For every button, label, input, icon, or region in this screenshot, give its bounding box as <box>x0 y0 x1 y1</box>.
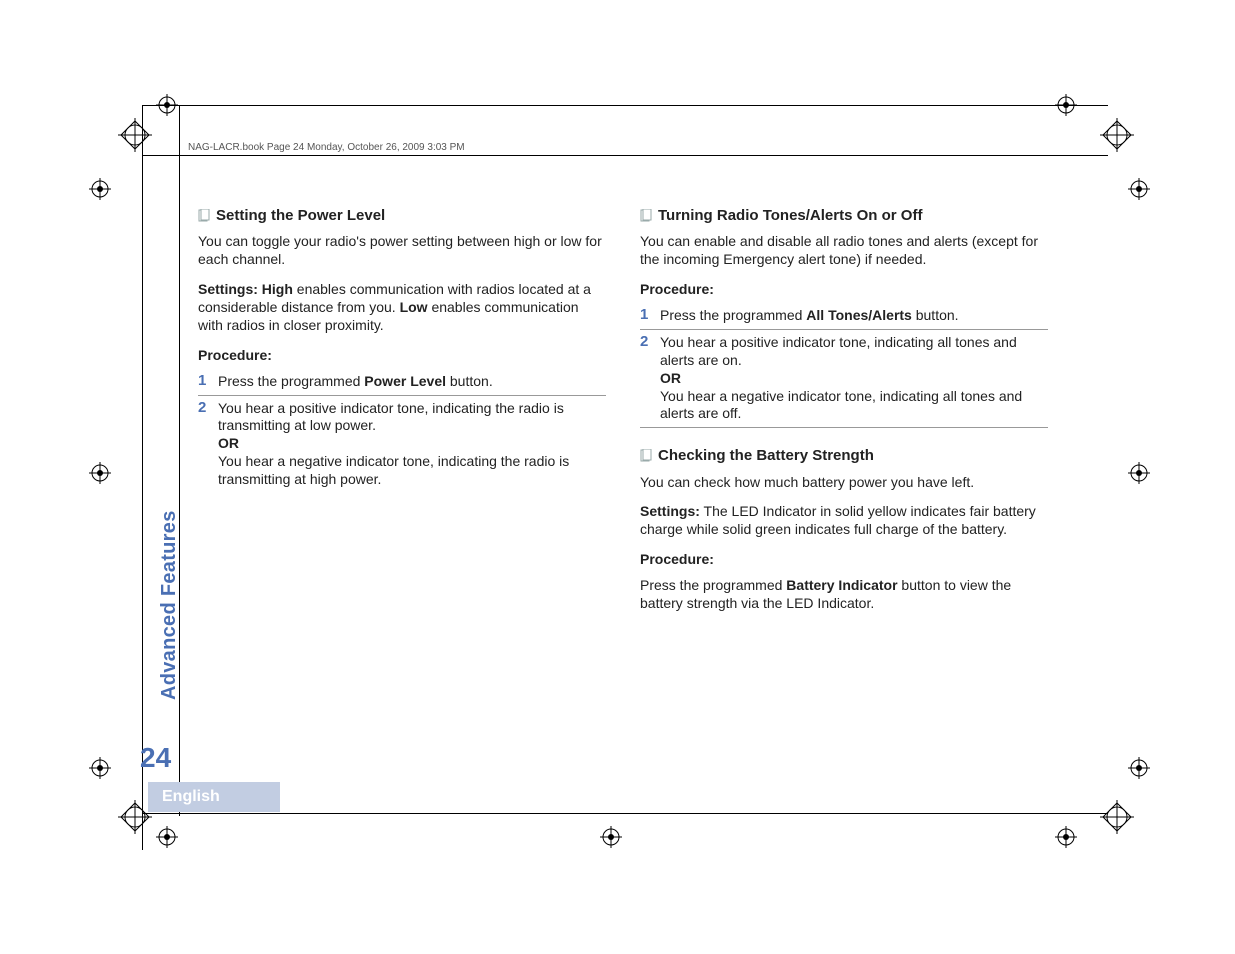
step-text: Press the programmed All Tones/Alerts bu… <box>660 307 1048 325</box>
reg-target-icon <box>89 462 111 484</box>
step-2: 2 You hear a positive indicator tone, in… <box>198 400 606 494</box>
heading-power-level: Setting the Power Level <box>198 206 606 225</box>
reg-target-icon <box>156 826 178 848</box>
reg-target-icon <box>89 178 111 200</box>
heading-text: Setting the Power Level <box>216 206 385 225</box>
reg-target-icon <box>1128 178 1150 200</box>
heading-tones: Turning Radio Tones/Alerts On or Off <box>640 206 1048 225</box>
step-text: You hear a positive indicator tone, indi… <box>218 400 606 490</box>
page-content: Setting the Power Level You can toggle y… <box>198 206 1048 625</box>
paragraph: Press the programmed Battery Indicator b… <box>640 577 1048 613</box>
book-icon <box>640 209 652 223</box>
column-left: Setting the Power Level You can toggle y… <box>198 206 606 625</box>
reg-diamond-icon <box>1100 118 1134 152</box>
reg-diamond-icon <box>118 118 152 152</box>
reg-diamond-icon <box>1100 800 1134 834</box>
language-label: English <box>148 782 280 812</box>
procedure-label: Procedure: <box>640 551 1048 569</box>
page-header: NAG-LACR.book Page 24 Monday, October 26… <box>188 142 465 153</box>
step-1: 1 Press the programmed Power Level butto… <box>198 373 606 396</box>
paragraph: You can enable and disable all radio ton… <box>640 233 1048 269</box>
reg-target-icon <box>1055 94 1077 116</box>
paragraph: Settings: The LED Indicator in solid yel… <box>640 503 1048 539</box>
reg-target-icon <box>89 757 111 779</box>
column-right: Turning Radio Tones/Alerts On or Off You… <box>640 206 1048 625</box>
step-text: You hear a positive indicator tone, indi… <box>660 334 1048 424</box>
step-number: 2 <box>198 400 210 490</box>
paragraph: Settings: High enables communication wit… <box>198 281 606 335</box>
reg-diamond-icon <box>118 800 152 834</box>
heading-battery: Checking the Battery Strength <box>640 446 1048 465</box>
page-number: 24 <box>140 742 171 774</box>
step-2: 2 You hear a positive indicator tone, in… <box>640 334 1048 429</box>
section-label: Advanced Features <box>158 676 181 700</box>
reg-target-icon <box>156 94 178 116</box>
heading-text: Checking the Battery Strength <box>658 446 874 465</box>
step-text: Press the programmed Power Level button. <box>218 373 606 391</box>
book-icon <box>640 449 652 463</box>
reg-target-icon <box>600 826 622 848</box>
paragraph: You can check how much battery power you… <box>640 474 1048 492</box>
step-number: 1 <box>198 373 210 391</box>
procedure-label: Procedure: <box>198 347 606 365</box>
step-number: 1 <box>640 307 652 325</box>
procedure-label: Procedure: <box>640 281 1048 299</box>
reg-target-icon <box>1128 757 1150 779</box>
step-number: 2 <box>640 334 652 424</box>
reg-target-icon <box>1128 462 1150 484</box>
book-icon <box>198 209 210 223</box>
paragraph: You can toggle your radio's power settin… <box>198 233 606 269</box>
step-1: 1 Press the programmed All Tones/Alerts … <box>640 307 1048 330</box>
reg-target-icon <box>1055 826 1077 848</box>
heading-text: Turning Radio Tones/Alerts On or Off <box>658 206 922 225</box>
